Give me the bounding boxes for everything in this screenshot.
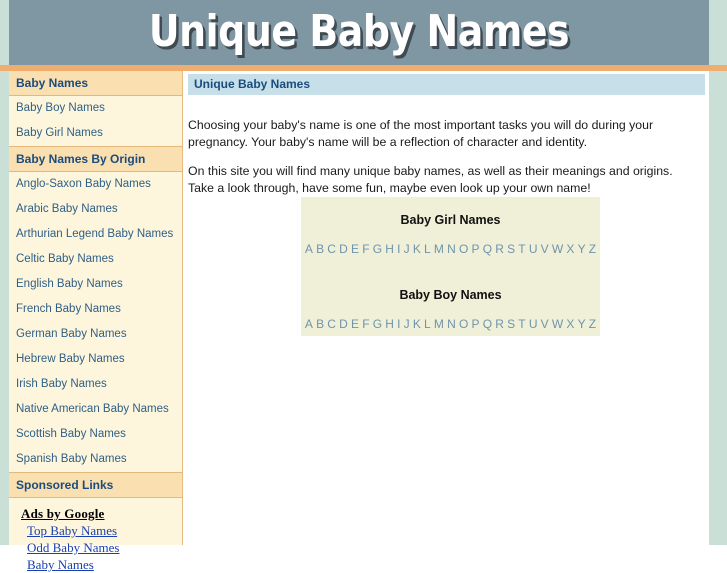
- alphabet-link-boy-y[interactable]: Y: [576, 317, 587, 331]
- main-content: Unique Baby Names Choosing your baby's n…: [184, 71, 709, 545]
- ads-by-google-label: Ads by Google: [21, 506, 105, 521]
- alphabet-link-girl-h[interactable]: H: [384, 242, 396, 256]
- alphabet-link-girl-z[interactable]: Z: [587, 242, 598, 256]
- alphabet-link-girl-f[interactable]: F: [361, 242, 372, 256]
- alphabet-link-boy-c[interactable]: C: [326, 317, 338, 331]
- alphabet-link-boy-p[interactable]: P: [470, 317, 481, 331]
- alphabet-link-boy-s[interactable]: S: [505, 317, 516, 331]
- alphabet-link-girl-o[interactable]: O: [457, 242, 470, 256]
- alphabet-link-boy-z[interactable]: Z: [587, 317, 598, 331]
- alphabet-link-girl-w[interactable]: W: [550, 242, 565, 256]
- alphabet-link-boy-j[interactable]: J: [402, 317, 411, 331]
- alphabet-link-girl-x[interactable]: X: [565, 242, 576, 256]
- alphabet-link-boy-o[interactable]: O: [457, 317, 470, 331]
- alphabet-link-boy-h[interactable]: H: [384, 317, 396, 331]
- alphabet-link-boy-m[interactable]: M: [432, 317, 445, 331]
- alphabet-link-girl-t[interactable]: T: [517, 242, 528, 256]
- alphabet-link-girl-y[interactable]: Y: [576, 242, 587, 256]
- alphabet-panel: Baby Girl Names ABCDEFGHIJKLMNOPQRSTUVWX…: [301, 197, 600, 336]
- sidebar-item-celtic-baby-names[interactable]: Celtic Baby Names: [9, 247, 182, 272]
- page-title: Unique Baby Names: [188, 74, 705, 95]
- alphabet-link-boy-q[interactable]: Q: [481, 317, 494, 331]
- alphabet-link-boy-u[interactable]: U: [527, 317, 539, 331]
- alphabet-link-boy-x[interactable]: X: [565, 317, 576, 331]
- right-edge-strip: [709, 0, 727, 545]
- sidebar-heading-baby-names: Baby Names: [9, 71, 182, 96]
- ad-link-baby-names[interactable]: Baby Names: [21, 556, 182, 573]
- sidebar-item-irish-baby-names[interactable]: Irish Baby Names: [9, 372, 182, 397]
- left-edge-strip: [0, 0, 9, 545]
- alphabet-link-girl-g[interactable]: G: [371, 242, 384, 256]
- intro-paragraph-2: On this site you will find many unique b…: [188, 164, 673, 196]
- alphabet-link-boy-d[interactable]: D: [338, 317, 350, 331]
- sidebar-item-french-baby-names[interactable]: French Baby Names: [9, 297, 182, 322]
- site-title: Unique Baby Names: [148, 6, 570, 57]
- alphabet-link-boy-f[interactable]: F: [361, 317, 372, 331]
- alphabet-link-girl-e[interactable]: E: [349, 242, 360, 256]
- ad-link-top-baby-names[interactable]: Top Baby Names: [21, 522, 182, 539]
- site-banner: Unique Baby Names: [9, 0, 709, 65]
- alphabet-link-boy-e[interactable]: E: [349, 317, 360, 331]
- sidebar-item-anglo-saxon-baby-names[interactable]: Anglo-Saxon Baby Names: [9, 172, 182, 197]
- alphabet-link-girl-p[interactable]: P: [470, 242, 481, 256]
- sidebar-item-german-baby-names[interactable]: German Baby Names: [9, 322, 182, 347]
- ads-block: Ads by Google Top Baby Names Odd Baby Na…: [9, 498, 182, 573]
- alphabet-link-boy-a[interactable]: A: [303, 317, 314, 331]
- alphabet-link-boy-v[interactable]: V: [539, 317, 550, 331]
- sidebar-item-native-american-baby-names[interactable]: Native American Baby Names: [9, 397, 182, 422]
- alphabet-link-girl-s[interactable]: S: [505, 242, 516, 256]
- page-root: Unique Baby Names Baby Names Baby Boy Na…: [0, 0, 727, 572]
- sidebar-item-spanish-baby-names[interactable]: Spanish Baby Names: [9, 447, 182, 472]
- alphabet-link-girl-c[interactable]: C: [326, 242, 338, 256]
- alphabet-link-girl-l[interactable]: L: [422, 242, 432, 256]
- alphabet-link-girl-a[interactable]: A: [303, 242, 314, 256]
- alphabet-heading-girl: Baby Girl Names: [400, 213, 501, 227]
- alphabet-row-girl[interactable]: ABCDEFGHIJKLMNOPQRSTUVWXYZ: [301, 240, 600, 258]
- alphabet-link-boy-k[interactable]: K: [411, 317, 422, 331]
- alphabet-link-girl-r[interactable]: R: [494, 242, 506, 256]
- alphabet-link-girl-j[interactable]: J: [402, 242, 411, 256]
- alphabet-link-girl-u[interactable]: U: [527, 242, 539, 256]
- sidebar-item-arthurian-legend-baby-names[interactable]: Arthurian Legend Baby Names: [9, 222, 182, 247]
- alphabet-link-boy-g[interactable]: G: [371, 317, 384, 331]
- alphabet-heading-boy: Baby Boy Names: [399, 288, 502, 302]
- alphabet-link-girl-k[interactable]: K: [411, 242, 422, 256]
- alphabet-link-girl-m[interactable]: M: [432, 242, 445, 256]
- alphabet-link-boy-w[interactable]: W: [550, 317, 565, 331]
- sidebar-item-hebrew-baby-names[interactable]: Hebrew Baby Names: [9, 347, 182, 372]
- sidebar-item-baby-boy-names[interactable]: Baby Boy Names: [9, 96, 182, 121]
- alphabet-row-boy[interactable]: ABCDEFGHIJKLMNOPQRSTUVWXYZ: [301, 315, 600, 333]
- sidebar-heading-baby-names-by-origin: Baby Names By Origin: [9, 146, 182, 172]
- alphabet-link-boy-b[interactable]: B: [314, 317, 325, 331]
- alphabet-link-girl-b[interactable]: B: [314, 242, 325, 256]
- sidebar-item-baby-girl-names[interactable]: Baby Girl Names: [9, 121, 182, 146]
- intro-paragraph-1: Choosing your baby's name is one of the …: [188, 118, 654, 150]
- alphabet-link-girl-q[interactable]: Q: [481, 242, 494, 256]
- sidebar-item-arabic-baby-names[interactable]: Arabic Baby Names: [9, 197, 182, 222]
- ad-link-odd-baby-names[interactable]: Odd Baby Names: [21, 539, 182, 556]
- alphabet-link-boy-t[interactable]: T: [517, 317, 528, 331]
- alphabet-link-girl-v[interactable]: V: [539, 242, 550, 256]
- sidebar: Baby Names Baby Boy Names Baby Girl Name…: [9, 71, 183, 572]
- sidebar-heading-sponsored-links: Sponsored Links: [9, 472, 182, 498]
- alphabet-link-boy-l[interactable]: L: [422, 317, 432, 331]
- alphabet-link-boy-n[interactable]: N: [446, 317, 458, 331]
- alphabet-link-girl-d[interactable]: D: [338, 242, 350, 256]
- alphabet-link-girl-n[interactable]: N: [446, 242, 458, 256]
- sidebar-item-scottish-baby-names[interactable]: Scottish Baby Names: [9, 422, 182, 447]
- alphabet-link-boy-r[interactable]: R: [494, 317, 506, 331]
- sidebar-item-english-baby-names[interactable]: English Baby Names: [9, 272, 182, 297]
